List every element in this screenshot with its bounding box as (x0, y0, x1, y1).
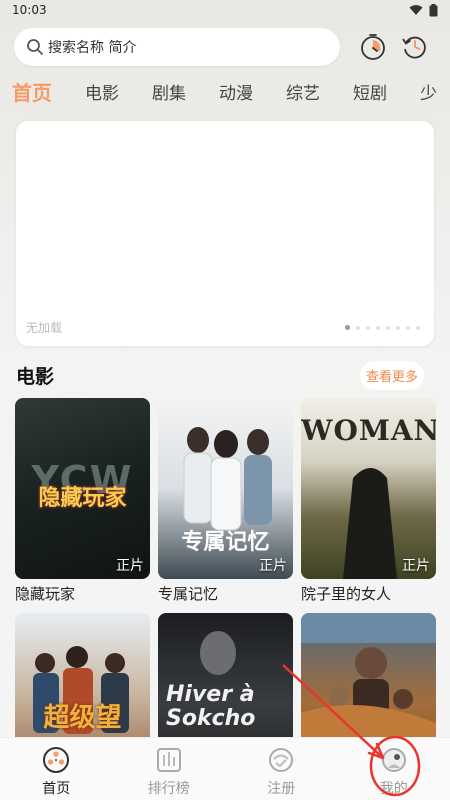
tab-series[interactable]: 剧集 (152, 79, 186, 104)
see-more-button[interactable]: 查看更多 (359, 360, 424, 390)
nav-home[interactable]: 首页 (0, 738, 113, 800)
search-icon (27, 39, 43, 55)
poster-title-art: Hiver à Sokcho (166, 682, 256, 731)
tab-more[interactable]: 少 (420, 79, 437, 104)
nav-label: 首页 (42, 781, 71, 797)
carousel-dot (416, 325, 420, 330)
quality-badge: 正片 (402, 558, 430, 574)
movies-section-header: 电影 查看更多 (16, 360, 424, 390)
nav-register[interactable]: 注册 (225, 738, 338, 800)
nav-label: 我的 (379, 781, 408, 797)
chart-icon (156, 748, 181, 772)
tab-anime[interactable]: 动漫 (219, 79, 253, 104)
wifi-icon (409, 5, 423, 15)
carousel-dot (376, 325, 380, 330)
profile-icon (381, 748, 406, 772)
carousel-dot (356, 325, 360, 330)
carousel-dot (366, 325, 370, 330)
nav-profile[interactable]: 我的 (338, 738, 450, 800)
register-icon (269, 748, 294, 772)
quality-badge: 正片 (259, 558, 287, 574)
search-row: 搜索名称 简介 (14, 27, 436, 67)
category-tabs: 首页 电影 剧集 动漫 综艺 短剧 少 (12, 74, 450, 108)
nav-label: 排行榜 (147, 781, 190, 797)
banner-carousel[interactable]: 无加载 (16, 121, 434, 346)
tab-variety[interactable]: 综艺 (286, 79, 320, 104)
carousel-dot (386, 325, 390, 330)
carousel-dot (396, 325, 400, 330)
battery-icon (429, 3, 438, 16)
movie-title: 专属记忆 (158, 585, 219, 603)
tab-shorts[interactable]: 短剧 (353, 79, 387, 104)
carousel-dots (345, 325, 420, 330)
history-icon[interactable] (400, 32, 430, 62)
movie-card[interactable]: 专属记忆 正片 专属记忆 (158, 398, 293, 604)
poster-title-art: 专属记忆 (181, 529, 270, 555)
tab-movies[interactable]: 电影 (85, 79, 119, 104)
status-bar: 10:03 (0, 0, 450, 20)
movie-card[interactable]: YCW 隐藏玩家 正片 隐藏玩家 (15, 398, 150, 604)
search-input[interactable]: 搜索名称 简介 (14, 28, 340, 66)
movie-card[interactable]: WOMAN YARD 正片 院子里的女人 (301, 398, 436, 604)
status-icons (409, 3, 438, 17)
movie-title: 院子里的女人 (301, 585, 392, 603)
quality-badge: 正片 (116, 558, 144, 574)
film-reel-icon (43, 747, 70, 773)
status-time: 10:03 (12, 3, 47, 17)
movie-poster: YCW 隐藏玩家 正片 (15, 398, 150, 579)
tab-home[interactable]: 首页 (12, 77, 52, 106)
search-placeholder: 搜索名称 简介 (48, 40, 137, 56)
poster-title-art: 隐藏玩家 (38, 486, 127, 511)
poster-title-art: 超级望 (43, 703, 122, 733)
bottom-nav: 首页 排行榜 注册 我的 (0, 737, 450, 800)
nav-ranking[interactable]: 排行榜 (113, 738, 226, 800)
nav-label: 注册 (267, 781, 296, 797)
movie-title: 隐藏玩家 (15, 585, 76, 603)
timer-icon[interactable] (358, 32, 388, 62)
section-title: 电影 (16, 365, 55, 388)
carousel-dot (345, 325, 350, 330)
movie-poster: WOMAN YARD 正片 (301, 398, 436, 579)
carousel-dot (406, 325, 410, 330)
banner-caption: 无加载 (26, 321, 63, 335)
movie-poster: 专属记忆 正片 (158, 398, 293, 579)
